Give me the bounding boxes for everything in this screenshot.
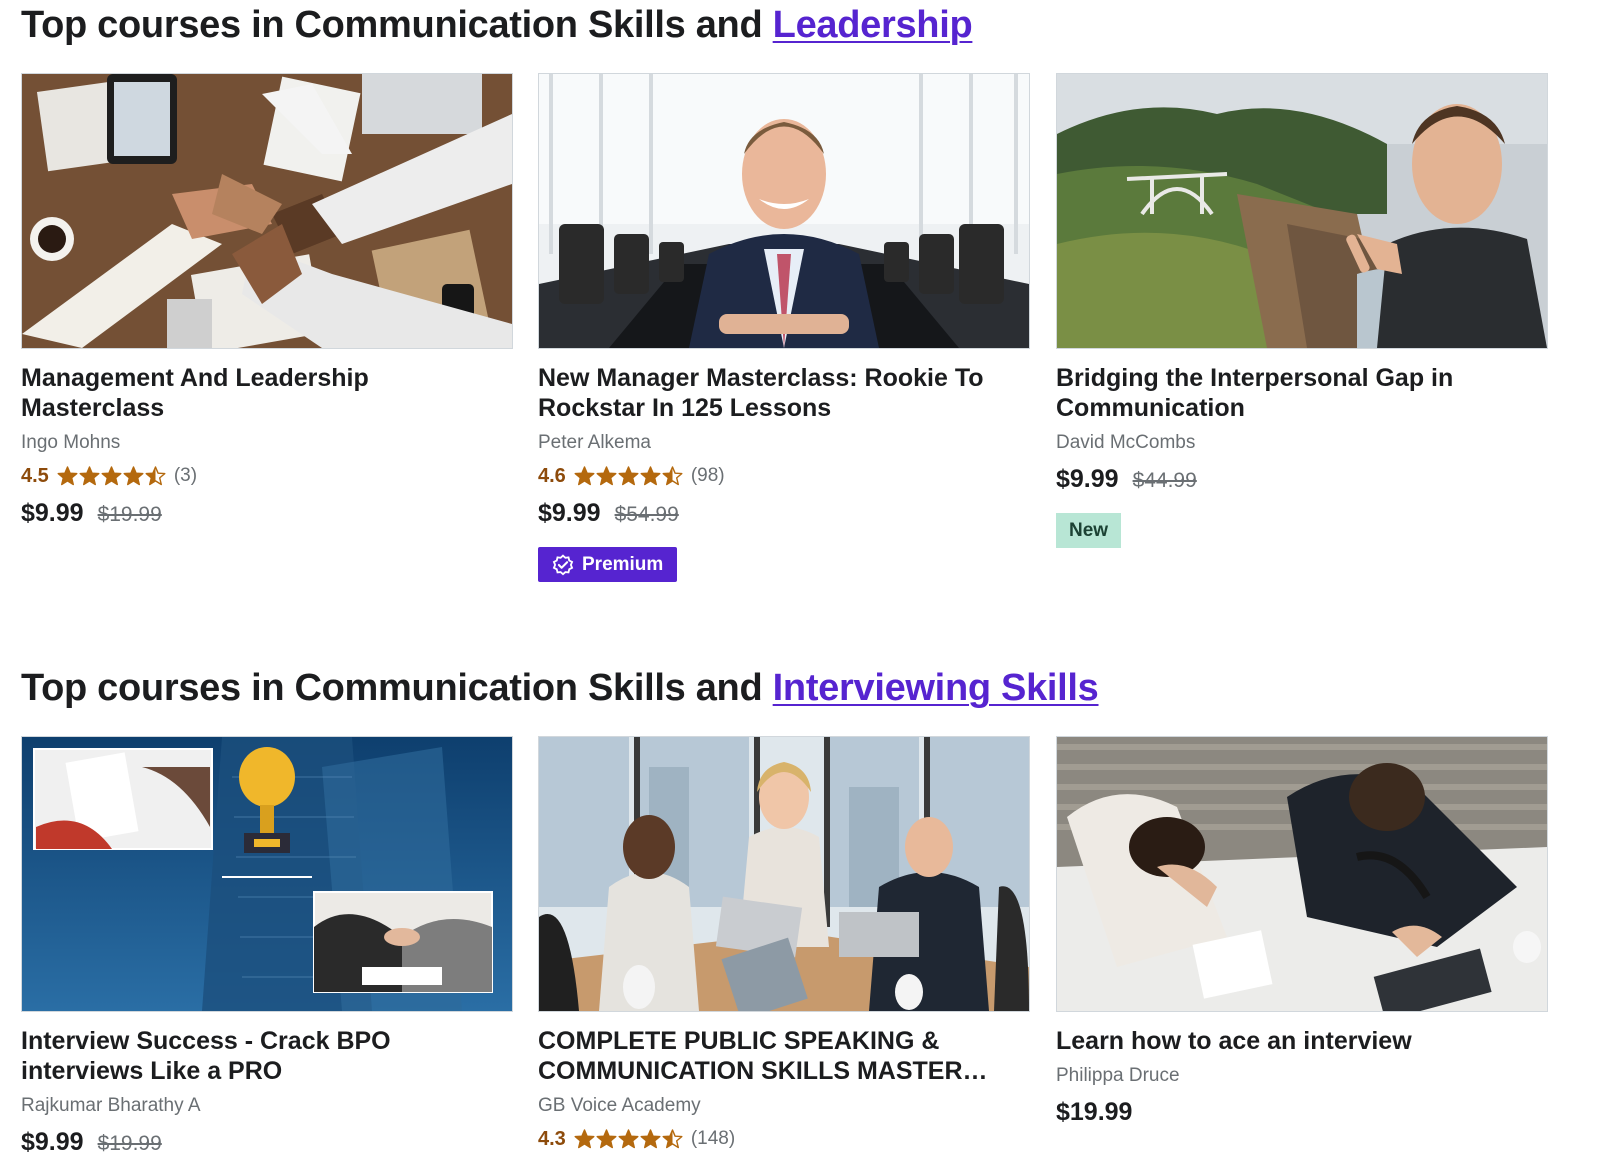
course-price: $19.99 — [1056, 1098, 1548, 1128]
original-price: $19.99 — [97, 503, 162, 526]
rating-count: (98) — [690, 465, 725, 486]
rating-count: (148) — [690, 1128, 736, 1149]
section-title-link-interviewing-skills[interactable]: Interviewing Skills — [773, 667, 1099, 709]
course-title[interactable]: COMPLETE PUBLIC SPEAKING & COMMUNICATION… — [538, 1026, 1030, 1086]
current-price: $9.99 — [538, 499, 601, 527]
current-price: $9.99 — [21, 499, 84, 527]
star-icon — [662, 466, 683, 486]
rating-count: (3) — [173, 465, 198, 486]
star-icon — [662, 1129, 683, 1149]
premium-badge: Premium — [538, 547, 678, 582]
thumbnail-image — [1057, 74, 1547, 348]
star-icon — [618, 466, 639, 486]
course-price: $9.99 $54.99 — [538, 499, 1030, 529]
star-icon — [574, 1129, 595, 1149]
course-author: GB Voice Academy — [538, 1095, 701, 1116]
original-price: $19.99 — [97, 1132, 162, 1155]
thumbnail-image — [22, 74, 512, 348]
rating-stars — [57, 466, 166, 486]
course-author: Philippa Druce — [1056, 1065, 1180, 1086]
course-price: $9.99 $44.99 — [1056, 465, 1548, 495]
star-icon — [145, 466, 166, 486]
course-rating: 4.3 (148) — [538, 1126, 1030, 1152]
course-author: David McCombs — [1056, 432, 1196, 453]
star-icon — [79, 466, 100, 486]
rating-value: 4.3 — [538, 1127, 566, 1150]
premium-badge-label: Premium — [582, 553, 664, 575]
thumbnail-image — [22, 737, 512, 1011]
course-title[interactable]: New Manager Masterclass: Rookie To Rocks… — [538, 363, 1030, 423]
thumbnail-image — [1057, 737, 1547, 1011]
course-price: $9.99 $19.99 — [21, 1128, 513, 1158]
star-icon — [596, 1129, 617, 1149]
star-icon — [123, 466, 144, 486]
course-title[interactable]: Interview Success - Crack BPO interviews… — [21, 1026, 513, 1086]
premium-verified-icon — [552, 553, 574, 575]
course-thumbnail[interactable] — [21, 736, 513, 1012]
section-title-link-leadership[interactable]: Leadership — [773, 4, 973, 46]
current-price: $19.99 — [1056, 1098, 1133, 1126]
section-title: Top courses in Communication Skills and … — [21, 663, 1581, 715]
section-title-prefix: Top courses in Communication Skills and — [21, 667, 763, 709]
course-section-interviewing-skills: Top courses in Communication Skills and … — [21, 663, 1581, 1156]
section-title: Top courses in Communication Skills and … — [21, 0, 1581, 52]
section-title-prefix: Top courses in Communication Skills and — [21, 4, 763, 46]
course-author: Rajkumar Bharathy A — [21, 1095, 201, 1116]
course-card[interactable]: Management And Leadership Masterclass In… — [21, 73, 513, 529]
star-icon — [57, 466, 78, 486]
course-rating: 4.5 (3) — [21, 463, 513, 489]
original-price: $44.99 — [1132, 469, 1197, 492]
course-section-leadership: Top courses in Communication Skills and … — [21, 0, 1581, 582]
course-title[interactable]: Bridging the Interpersonal Gap in Commun… — [1056, 363, 1548, 423]
current-price: $9.99 — [1056, 465, 1119, 493]
star-icon — [101, 466, 122, 486]
thumbnail-image — [539, 74, 1029, 348]
star-icon — [640, 1129, 661, 1149]
course-card[interactable]: COMPLETE PUBLIC SPEAKING & COMMUNICATION… — [538, 736, 1030, 1152]
current-price: $9.99 — [21, 1128, 84, 1156]
course-card[interactable]: Learn how to ace an interview Philippa D… — [1056, 736, 1548, 1128]
course-thumbnail[interactable] — [1056, 736, 1548, 1012]
course-rating: 4.6 (98) — [538, 463, 1030, 489]
original-price: $54.99 — [614, 503, 679, 526]
course-author: Ingo Mohns — [21, 432, 121, 453]
star-icon — [640, 466, 661, 486]
rating-stars — [574, 1129, 683, 1149]
course-card[interactable]: Interview Success - Crack BPO interviews… — [21, 736, 513, 1158]
course-price: $9.99 $19.99 — [21, 499, 513, 529]
course-card[interactable]: New Manager Masterclass: Rookie To Rocks… — [538, 73, 1030, 582]
new-badge: New — [1056, 513, 1122, 548]
course-title[interactable]: Learn how to ace an interview — [1056, 1026, 1548, 1056]
star-icon — [618, 1129, 639, 1149]
course-thumbnail[interactable] — [538, 73, 1030, 349]
course-card[interactable]: Bridging the Interpersonal Gap in Commun… — [1056, 73, 1548, 548]
rating-value: 4.6 — [538, 464, 566, 487]
course-thumbnail[interactable] — [1056, 73, 1548, 349]
course-author: Peter Alkema — [538, 432, 651, 453]
star-icon — [574, 466, 595, 486]
course-thumbnail[interactable] — [21, 73, 513, 349]
star-icon — [596, 466, 617, 486]
rating-stars — [574, 466, 683, 486]
course-thumbnail[interactable] — [538, 736, 1030, 1012]
rating-value: 4.5 — [21, 464, 49, 487]
thumbnail-image — [539, 737, 1029, 1011]
course-title[interactable]: Management And Leadership Masterclass — [21, 363, 513, 423]
